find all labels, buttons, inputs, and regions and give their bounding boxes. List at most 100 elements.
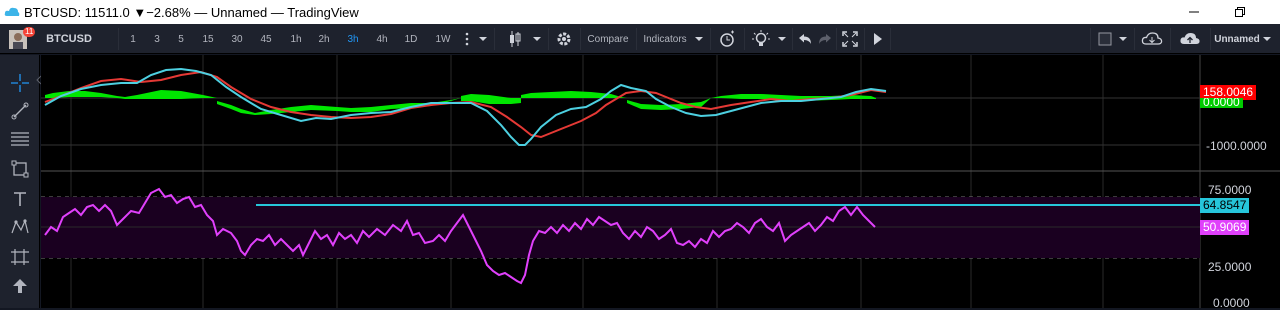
interval-1w[interactable]: 1W xyxy=(429,27,457,51)
interval-5[interactable]: 5 xyxy=(170,27,192,51)
pattern-tool[interactable] xyxy=(8,215,32,239)
interval-1h[interactable]: 1h xyxy=(283,27,309,51)
toolbar-separator xyxy=(864,28,865,50)
macd-line xyxy=(44,67,887,146)
tradingview-cloud-icon xyxy=(4,7,20,16)
chevron-down-icon xyxy=(778,37,786,41)
interval-15[interactable]: 15 xyxy=(195,27,221,51)
fib-icon xyxy=(11,132,29,146)
chevron-down-icon xyxy=(533,37,541,41)
restore-button[interactable] xyxy=(1217,0,1263,24)
fullscreen-icon xyxy=(842,31,858,47)
interval-3[interactable]: 3 xyxy=(146,27,168,51)
interval-more-button[interactable] xyxy=(460,27,474,51)
interval-1d[interactable]: 1D xyxy=(398,27,424,51)
load-layout-button[interactable] xyxy=(1138,27,1166,51)
toolbar-separator xyxy=(1210,28,1211,50)
lightbulb-icon xyxy=(752,30,770,46)
fib-tool[interactable] xyxy=(8,127,32,151)
pane2-price-tag-cyan: 64.8547 xyxy=(1200,198,1250,213)
toolbar-separator xyxy=(836,28,837,50)
indicators-button[interactable]: Indicators xyxy=(640,27,690,51)
window-title: BTCUSD: 11511.0 ▼−2.68% — Unnamed — Trad… xyxy=(24,4,359,20)
crosshair-icon xyxy=(11,74,29,92)
gear-icon xyxy=(557,32,571,46)
compare-button[interactable]: Compare xyxy=(584,27,632,51)
undo-button[interactable] xyxy=(794,27,816,51)
undo-icon xyxy=(799,34,811,44)
text-tool[interactable] xyxy=(8,187,32,211)
interval-1[interactable]: 1 xyxy=(122,27,144,51)
select-layout-button[interactable] xyxy=(1094,27,1116,51)
user-avatar-button[interactable]: 11 xyxy=(6,27,36,51)
text-icon xyxy=(14,192,26,206)
chart-type-button[interactable] xyxy=(502,27,528,51)
vertical-dots-icon xyxy=(465,32,469,46)
pane1-price-tag-green: 0.0000 xyxy=(1200,98,1243,108)
toolbar-separator xyxy=(1170,28,1171,50)
interval-4h[interactable]: 4h xyxy=(369,27,395,51)
replay-play-button[interactable] xyxy=(868,27,888,51)
minimize-button[interactable] xyxy=(1171,0,1217,24)
redo-button[interactable] xyxy=(814,27,836,51)
layout-name[interactable]: Unnamed xyxy=(1214,27,1260,51)
layout-name-dropdown[interactable] xyxy=(1260,27,1274,51)
chart-canvas[interactable] xyxy=(41,55,1280,308)
scroll-up-tool[interactable] xyxy=(8,274,32,298)
rectangle-icon xyxy=(11,160,29,178)
trendline-icon xyxy=(11,102,29,120)
restore-icon xyxy=(1235,7,1245,17)
settings-button[interactable] xyxy=(552,27,576,51)
ideas-button[interactable] xyxy=(748,27,774,51)
save-layout-button[interactable] xyxy=(1176,27,1204,51)
toolbar-separator xyxy=(890,28,891,50)
fullscreen-button[interactable] xyxy=(838,27,862,51)
notification-badge: 11 xyxy=(23,27,36,37)
pane2-axis-label: 25.0000 xyxy=(1208,260,1252,274)
interval-3h[interactable]: 3h xyxy=(340,27,366,51)
interval-dropdown-button[interactable] xyxy=(476,27,490,51)
interval-30[interactable]: 30 xyxy=(224,27,250,51)
minimize-icon xyxy=(1189,11,1199,13)
pane2-price-tag-magenta: 50.9069 xyxy=(1200,220,1250,235)
toolbar-separator xyxy=(744,28,745,50)
toolbar-separator xyxy=(792,28,793,50)
chevron-down-icon xyxy=(695,37,703,41)
cloud-download-icon xyxy=(1141,32,1163,45)
symbol-search-button[interactable]: BTCUSD xyxy=(46,27,92,51)
candlestick-icon xyxy=(510,31,521,47)
crosshair-tool[interactable] xyxy=(8,71,32,95)
chart-area[interactable]: -1000.0000 158.0046 0.0000 75.0000 25.00… xyxy=(41,55,1280,310)
drawing-toolbar xyxy=(0,55,42,308)
macd-signal-line xyxy=(44,70,887,139)
interval-2h[interactable]: 2h xyxy=(311,27,337,51)
rectangle-tool[interactable] xyxy=(8,157,32,181)
toolbar-separator xyxy=(494,28,495,50)
pattern-icon xyxy=(11,219,29,234)
interval-45[interactable]: 45 xyxy=(253,27,279,51)
redo-icon xyxy=(819,34,831,44)
chevron-down-icon xyxy=(1119,37,1127,41)
scroll-up-icon xyxy=(13,279,27,293)
prediction-tool[interactable] xyxy=(8,245,32,269)
ideas-dropdown[interactable] xyxy=(775,27,789,51)
alert-button[interactable] xyxy=(714,27,740,51)
chart-type-dropdown[interactable] xyxy=(530,27,544,51)
toolbar-separator xyxy=(710,28,711,50)
square-layout-icon xyxy=(1098,32,1112,46)
pane1-axis-label: -1000.0000 xyxy=(1206,139,1267,153)
toolbar-separator xyxy=(118,28,119,50)
chevron-down-icon xyxy=(479,37,487,41)
chevron-down-icon xyxy=(1263,37,1271,41)
cloud-upload-icon xyxy=(1180,33,1200,44)
trendline-tool[interactable] xyxy=(8,99,32,123)
play-icon xyxy=(874,33,882,45)
prediction-icon xyxy=(11,249,29,265)
pane2-axis-label: 75.0000 xyxy=(1208,183,1252,197)
layout-dropdown[interactable] xyxy=(1116,27,1130,51)
indicators-dropdown[interactable] xyxy=(692,27,706,51)
toolbar-separator xyxy=(1134,28,1135,50)
toolbar-separator xyxy=(580,28,581,50)
toolbar-separator xyxy=(1090,28,1091,50)
alarm-clock-icon xyxy=(720,30,734,47)
